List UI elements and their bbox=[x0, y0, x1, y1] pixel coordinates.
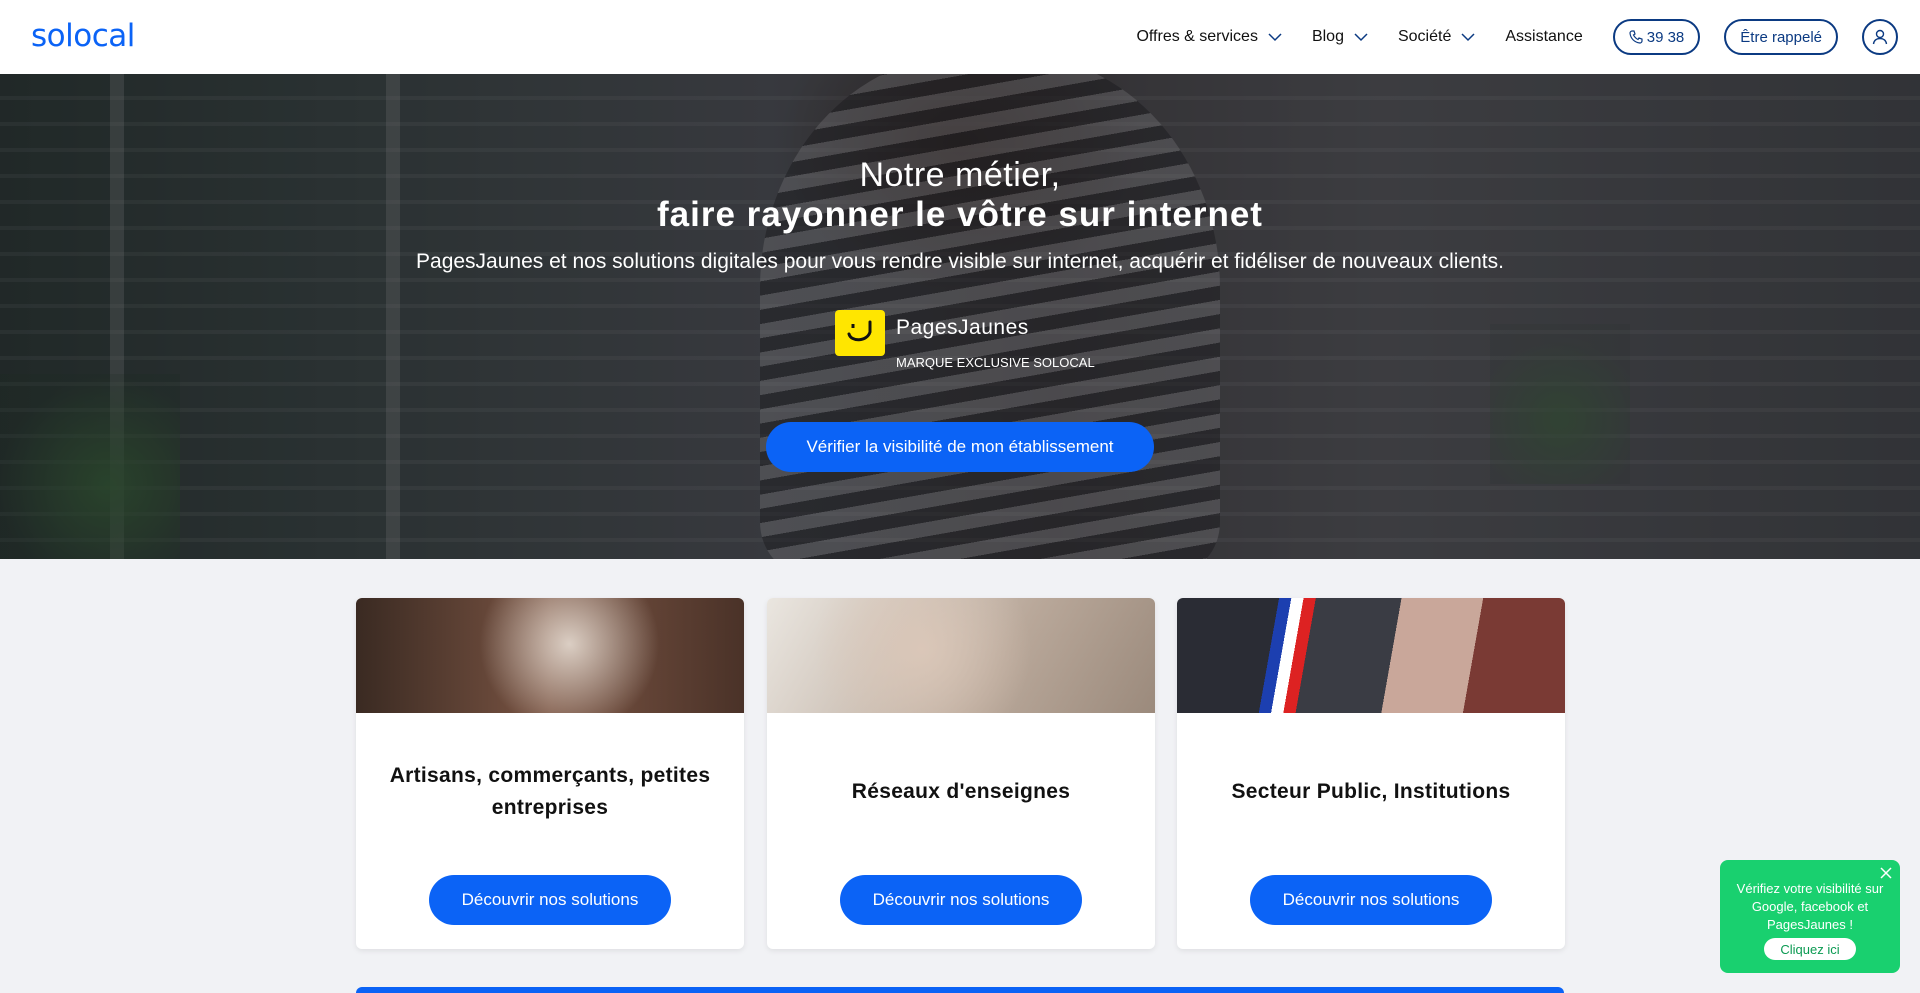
phone-button[interactable]: 39 38 bbox=[1612, 19, 1701, 55]
card-reseaux: Réseaux d'enseignes Découvrir nos soluti… bbox=[767, 598, 1155, 949]
nav-label: Offres & services bbox=[1136, 28, 1258, 45]
card-image bbox=[356, 598, 744, 713]
promo-text: Vérifiez votre visibilité sur Google, fa… bbox=[1736, 881, 1884, 932]
nav-assistance[interactable]: Assistance bbox=[1505, 28, 1582, 46]
chevron-down-icon bbox=[1461, 33, 1475, 42]
hero-title-bold: faire rayonner le vôtre sur internet bbox=[657, 195, 1263, 234]
callback-label: Être rappelé bbox=[1740, 28, 1822, 46]
nav-label: Assistance bbox=[1505, 28, 1583, 45]
card-secteur-public: Secteur Public, Institutions Découvrir n… bbox=[1177, 598, 1565, 949]
card-image bbox=[767, 598, 1155, 713]
user-account-button[interactable] bbox=[1862, 19, 1898, 55]
phone-icon bbox=[1629, 30, 1643, 44]
pagesjaunes-logo-icon bbox=[835, 310, 885, 356]
solocal-logo[interactable]: solocal bbox=[31, 18, 135, 54]
phone-label: 39 38 bbox=[1646, 28, 1685, 46]
nav-blog[interactable]: Blog bbox=[1312, 28, 1368, 46]
next-section-edge bbox=[356, 987, 1564, 993]
card-title: Réseaux d'enseignes bbox=[851, 780, 1071, 803]
card-artisans: Artisans, commerçants, petites entrepris… bbox=[356, 598, 744, 949]
card-title: Secteur Public, Institutions bbox=[1231, 780, 1511, 803]
promo-click-button[interactable]: Cliquez ici bbox=[1764, 938, 1856, 960]
visibility-promo-popup: Vérifiez votre visibilité sur Google, fa… bbox=[1720, 860, 1900, 973]
card-title: Artisans, commerçants, petites entrepris… bbox=[389, 764, 711, 819]
chevron-down-icon bbox=[1354, 33, 1368, 42]
nav-label: Blog bbox=[1311, 28, 1344, 45]
hero-banner: Notre métier, faire rayonner le vôtre su… bbox=[0, 74, 1920, 559]
brand-tagline: MARQUE EXCLUSIVE SOLOCAL bbox=[896, 355, 1095, 370]
nav-societe[interactable]: Société bbox=[1398, 28, 1475, 46]
user-icon bbox=[1872, 29, 1888, 45]
callback-button[interactable]: Être rappelé bbox=[1724, 19, 1838, 55]
chevron-down-icon bbox=[1268, 33, 1282, 42]
brand-name: PagesJaunes bbox=[896, 316, 1029, 339]
check-visibility-button[interactable]: Vérifier la visibilité de mon établissem… bbox=[766, 422, 1154, 472]
site-header: solocal Offres & services Blog Société A… bbox=[0, 0, 1920, 74]
discover-solutions-button[interactable]: Découvrir nos solutions bbox=[840, 875, 1082, 925]
hero-subtitle: PagesJaunes et nos solutions digitales p… bbox=[416, 250, 1504, 273]
card-image bbox=[1177, 598, 1565, 713]
hero-title: Notre métier, bbox=[859, 156, 1061, 194]
nav-offres-services[interactable]: Offres & services bbox=[1136, 28, 1282, 46]
main-nav: Offres & services Blog Société Assistanc… bbox=[1136, 0, 1898, 74]
discover-solutions-button[interactable]: Découvrir nos solutions bbox=[1250, 875, 1492, 925]
discover-solutions-button[interactable]: Découvrir nos solutions bbox=[429, 875, 671, 925]
close-icon[interactable] bbox=[1878, 865, 1894, 881]
nav-label: Société bbox=[1397, 28, 1452, 45]
